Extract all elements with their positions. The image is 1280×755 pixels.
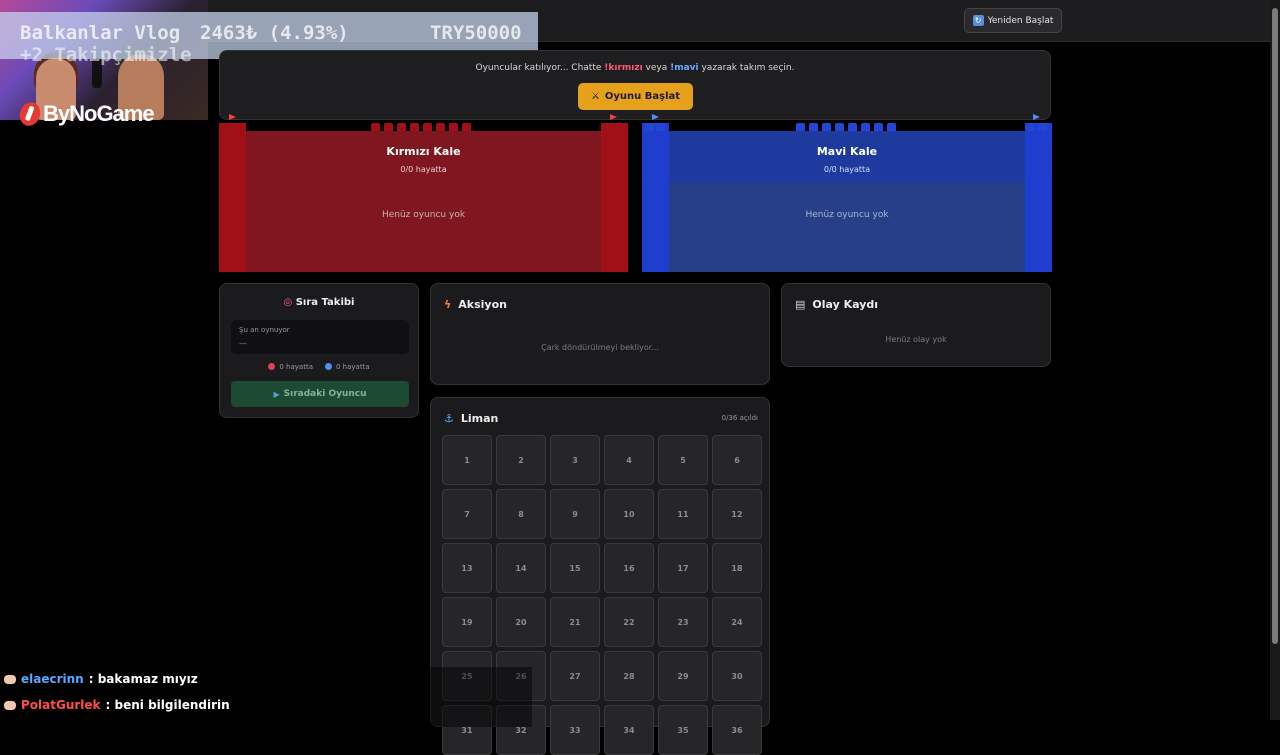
event-log-title: ▤ Olay Kaydı — [795, 298, 879, 311]
current-player-box: Şu an oynuyor — — [231, 320, 409, 354]
port-cell[interactable]: 4 — [604, 435, 654, 485]
port-cell[interactable]: 24 — [712, 597, 762, 647]
port-cell[interactable]: 12 — [712, 489, 762, 539]
blue-castle-lives: 0/0 hayatta — [823, 165, 871, 174]
port-cell[interactable]: 5 — [658, 435, 708, 485]
port-cell[interactable]: 10 — [604, 489, 654, 539]
port-cell[interactable]: 11 — [658, 489, 708, 539]
blue-command: !mavi — [670, 63, 699, 73]
alive-stats: 0 hayatta 0 hayatta — [220, 363, 418, 371]
chat-text: : beni bilgilendirin — [105, 698, 230, 712]
port-cell[interactable]: 27 — [550, 651, 600, 701]
port-cell[interactable]: 14 — [496, 543, 546, 593]
port-cell[interactable]: 35 — [658, 705, 708, 755]
red-alive-count: 0 hayatta — [268, 363, 313, 371]
event-log-empty: Henüz olay yok — [885, 335, 947, 344]
port-cell[interactable]: 13 — [442, 543, 492, 593]
action-waiting-text: Çark döndürülmeyi bekliyor... — [541, 343, 659, 352]
port-cell[interactable]: 15 — [550, 543, 600, 593]
red-command: !kırmızı — [604, 63, 643, 73]
port-cell[interactable]: 3 — [550, 435, 600, 485]
port-cell[interactable]: 8 — [496, 489, 546, 539]
refresh-icon: ↻ — [972, 15, 984, 26]
port-cell[interactable]: 29 — [658, 651, 708, 701]
fist-icon — [4, 674, 16, 684]
red-castle-lives: 0/0 hayatta — [400, 165, 447, 174]
current-player-label: Şu an oynuyor — [239, 326, 290, 334]
start-game-button[interactable]: ⚔ Oyunu Başlat — [578, 83, 693, 110]
chat-message: PolatGurlek : beni bilgilendirin — [4, 698, 230, 712]
blue-castle-empty: Henüz oyuncu yok — [805, 210, 889, 220]
event-log-panel: ▤ Olay Kaydı Henüz olay yok — [781, 283, 1051, 367]
ticker-price: 2463₺ (4.93%) — [200, 22, 349, 44]
blue-castle: Mavi Kale 0/0 hayatta Henüz oyuncu yok — [642, 114, 1052, 272]
port-cell[interactable]: 1 — [442, 435, 492, 485]
port-cell[interactable]: 17 — [658, 543, 708, 593]
chat-text: : bakamaz mıyız — [88, 672, 198, 686]
port-cell[interactable]: 23 — [658, 597, 708, 647]
swords-icon: ⚔ — [590, 91, 600, 102]
port-cell[interactable]: 16 — [604, 543, 654, 593]
play-icon: ▶ — [273, 389, 280, 399]
turn-tracker-title: ◎ Sıra Takibi — [283, 297, 355, 308]
action-title: ϟ Aksiyon — [444, 298, 507, 311]
flag-icon — [229, 114, 236, 120]
port-cell[interactable]: 7 — [442, 489, 492, 539]
chat-username: PolatGurlek — [21, 698, 101, 712]
port-cell[interactable]: 28 — [604, 651, 654, 701]
port-cell[interactable]: 18 — [712, 543, 762, 593]
ticker-amount: TRY50000 — [430, 22, 522, 44]
chat-message: elaecrinn : bakamaz mıyız — [4, 672, 198, 686]
port-cell[interactable]: 6 — [712, 435, 762, 485]
red-castle: Kırmızı Kale 0/0 hayatta Henüz oyuncu yo… — [219, 114, 628, 272]
port-cell[interactable]: 30 — [712, 651, 762, 701]
port-cell[interactable]: 34 — [604, 705, 654, 755]
port-cell[interactable]: 2 — [496, 435, 546, 485]
port-cell[interactable]: 36 — [712, 705, 762, 755]
logo-icon — [16, 99, 44, 129]
target-icon: ◎ — [283, 297, 293, 308]
restart-button[interactable]: ↻ Yeniden Başlat — [964, 8, 1062, 33]
port-cell[interactable]: 20 — [496, 597, 546, 647]
flag-icon — [1033, 114, 1040, 120]
flag-icon — [610, 114, 617, 120]
port-title: ⚓ Liman — [444, 412, 499, 425]
next-player-button[interactable]: ▶ Sıradaki Oyuncu — [231, 381, 409, 407]
port-cell[interactable]: 9 — [550, 489, 600, 539]
port-cell[interactable]: 19 — [442, 597, 492, 647]
flag-icon — [652, 114, 659, 120]
chat-username: elaecrinn — [21, 672, 84, 686]
red-dot-icon — [268, 363, 276, 370]
clipboard-icon: ▤ — [795, 298, 806, 311]
blue-dot-icon — [325, 363, 332, 370]
current-player-value: — — [239, 339, 247, 348]
chat-shade — [430, 667, 532, 727]
ticker-followers: +2 Takipçimizle — [20, 44, 192, 66]
action-panel: ϟ Aksiyon Çark döndürülmeyi bekliyor... — [430, 283, 770, 385]
join-message: Oyuncular katılıyor... Chatte !kırmızı v… — [475, 63, 795, 73]
port-open-count: 0/36 açıldı — [721, 414, 758, 422]
turn-tracker-panel: ◎ Sıra Takibi Şu an oynuyor — 0 hayatta … — [219, 283, 419, 418]
page-scrollbar[interactable] — [1270, 0, 1280, 720]
fist-icon — [4, 700, 16, 710]
port-cell[interactable]: 33 — [550, 705, 600, 755]
scrollbar-thumb[interactable] — [1272, 8, 1278, 644]
red-castle-title: Kırmızı Kale — [386, 145, 461, 158]
blue-castle-title: Mavi Kale — [816, 145, 878, 158]
blue-alive-count: 0 hayatta — [325, 363, 370, 371]
port-cell[interactable]: 22 — [604, 597, 654, 647]
bynogame-logo: ByNoGame — [16, 99, 155, 129]
red-castle-empty: Henüz oyuncu yok — [381, 210, 466, 220]
join-banner: Oyuncular katılıyor... Chatte !kırmızı v… — [219, 50, 1051, 120]
restart-label: Yeniden Başlat — [987, 15, 1054, 26]
port-cell[interactable]: 21 — [550, 597, 600, 647]
ticker-channel: Balkanlar Vlog — [20, 22, 181, 44]
lightning-icon: ϟ — [444, 298, 452, 311]
anchor-icon: ⚓ — [444, 412, 454, 425]
